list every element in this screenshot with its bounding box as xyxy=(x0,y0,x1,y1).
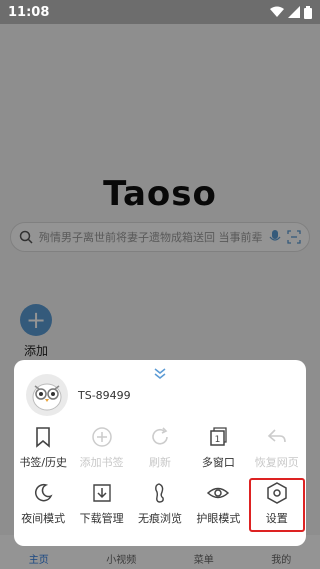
username: TS-89499 xyxy=(78,388,131,402)
moon-icon xyxy=(35,483,53,502)
menu-item-label: 书签/历史 xyxy=(19,456,68,469)
menu-item-label: 下载管理 xyxy=(79,512,124,525)
eye-icon xyxy=(207,487,230,499)
menu-row-1: 书签/历史 添加书签 刷新 1 多窗口 恢复网页 xyxy=(14,426,306,470)
menu-item-label: 添加书签 xyxy=(79,456,124,469)
refresh-icon xyxy=(152,427,168,445)
night-mode-button[interactable]: 夜间模式 xyxy=(15,482,71,532)
incognito-browsing-button[interactable]: 无痕浏览 xyxy=(132,482,188,532)
signal-icon xyxy=(288,6,300,18)
windows-icon: 1 xyxy=(210,427,228,446)
add-bookmark-button[interactable]: 添加书签 xyxy=(74,426,130,470)
menu-sheet: TS-89499 书签/历史 添加书签 刷新 1 多窗口 恢复网页 夜间模式 下… xyxy=(14,360,306,546)
avatar[interactable] xyxy=(26,374,68,416)
menu-item-label: 恢复网页 xyxy=(254,456,299,469)
multi-window-button[interactable]: 1 多窗口 xyxy=(190,426,246,470)
battery-icon xyxy=(304,5,312,19)
menu-item-label: 刷新 xyxy=(148,456,171,469)
bookmarks-history-button[interactable]: 书签/历史 xyxy=(15,426,71,470)
download-manager-button[interactable]: 下载管理 xyxy=(74,482,130,532)
chevron-down-icon[interactable] xyxy=(152,368,168,380)
menu-row-2: 夜间模式 下载管理 无痕浏览 护眼模式 设置 xyxy=(14,478,306,532)
settings-button[interactable]: 设置 xyxy=(248,478,305,532)
settings-icon xyxy=(267,482,287,504)
refresh-button[interactable]: 刷新 xyxy=(132,426,188,470)
status-bar: 11:08 xyxy=(0,0,320,24)
eye-care-mode-button[interactable]: 护眼模式 xyxy=(190,482,246,532)
menu-item-label: 无痕浏览 xyxy=(137,512,182,525)
bookmark-icon xyxy=(36,427,50,448)
window-count-badge: 1 xyxy=(215,435,221,445)
menu-item-label: 夜间模式 xyxy=(21,512,66,525)
plus-circle-icon xyxy=(91,427,112,447)
menu-item-label: 设置 xyxy=(265,512,288,525)
menu-item-label: 多窗口 xyxy=(201,456,235,469)
wifi-icon xyxy=(270,6,284,17)
menu-item-label: 护眼模式 xyxy=(196,512,241,525)
owl-avatar-icon xyxy=(32,383,62,411)
footprint-icon xyxy=(155,483,164,503)
undo-icon xyxy=(267,429,286,443)
download-icon xyxy=(92,484,111,502)
user-profile[interactable]: TS-89499 xyxy=(26,374,131,416)
restore-page-button[interactable]: 恢复网页 xyxy=(249,426,305,470)
status-time: 11:08 xyxy=(8,4,50,20)
